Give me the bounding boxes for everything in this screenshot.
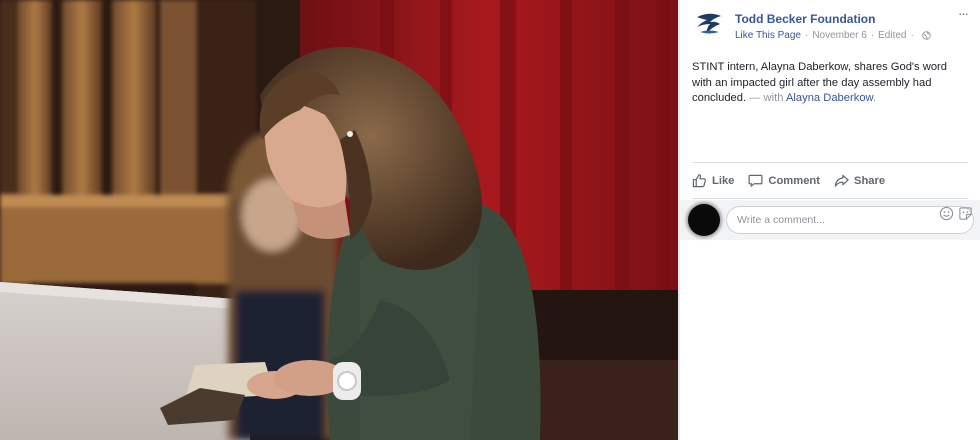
post-header: Todd Becker Foundation Like This Page · … [692,7,969,48]
comment-composer: Write a comment... [680,200,980,240]
comment-button[interactable]: Comment [748,173,820,188]
with-separator: — with [749,92,784,105]
post-body: STINT intern, Alayna Daberkow, shares Go… [692,60,964,107]
more-options-button[interactable]: ··· [958,7,969,20]
actions-divider-bottom [692,198,968,199]
meta-separator: · [804,30,809,41]
emoji-icon[interactable] [939,206,954,221]
current-user-avatar[interactable] [688,204,720,236]
globe-icon[interactable] [922,31,931,40]
edited-label[interactable]: Edited [878,30,906,41]
post-panel: Todd Becker Foundation Like This Page · … [680,0,980,440]
share-icon [834,174,849,187]
tagged-person-link[interactable]: Alayna Daberkow [786,92,873,104]
share-button[interactable]: Share [834,173,885,188]
post-date[interactable]: November 6 [812,30,866,41]
like-label: Like [712,174,735,187]
page-logo[interactable] [692,8,726,42]
todd-becker-logo-icon [693,9,725,41]
meta-separator: · [870,30,875,41]
comment-input[interactable]: Write a comment... [726,206,974,234]
post-meta: Like This Page · November 6 · Edited · [735,30,931,41]
share-label: Share [853,174,886,187]
comment-icon [748,174,763,187]
tag-period: . [873,92,877,105]
page-name-link[interactable]: Todd Becker Foundation [735,12,875,26]
like-button[interactable]: Like [692,173,734,188]
sticker-icon[interactable] [958,206,973,221]
photo-image [0,0,678,440]
like-page-link[interactable]: Like This Page [735,30,801,41]
post-photo[interactable] [0,0,678,440]
thumbs-up-icon [692,174,707,188]
comment-label: Comment [768,174,820,187]
post-actions: Like Comment Share [692,163,968,198]
meta-separator: · [910,30,914,41]
